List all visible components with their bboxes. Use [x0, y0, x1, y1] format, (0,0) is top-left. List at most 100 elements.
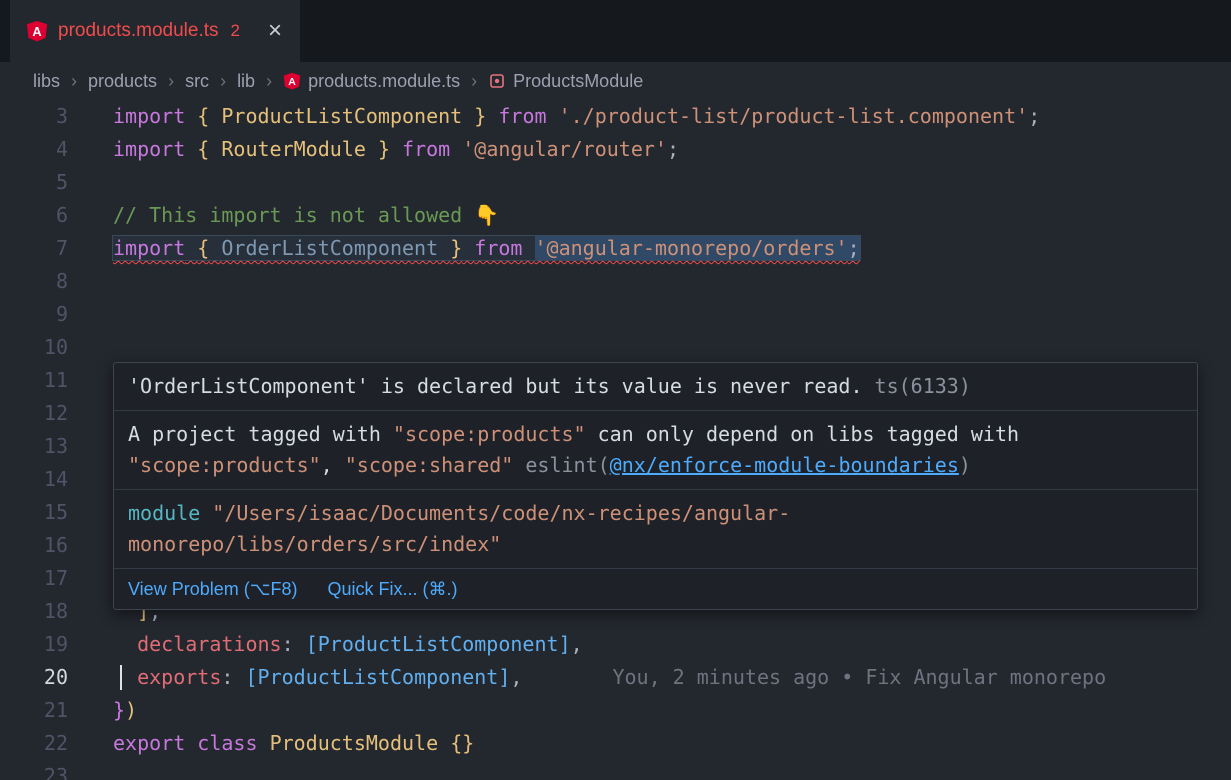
code-token	[113, 632, 137, 656]
code-line-9[interactable]: 9	[0, 298, 1231, 331]
code-line-3[interactable]: 3import { ProductListComponent } from '.…	[0, 100, 1231, 133]
line-number: 11	[0, 364, 68, 397]
code-token: import	[113, 137, 185, 161]
breadcrumb-label: products	[88, 71, 157, 92]
code-token: {}	[450, 731, 474, 755]
error-statement-highlight: import { OrderListComponent } from '@ang…	[113, 236, 860, 260]
hover-row-2: module "/Users/isaac/Documents/code/nx-r…	[114, 489, 1197, 568]
breadcrumb-item-libs[interactable]: libs	[33, 71, 60, 92]
line-number: 21	[0, 694, 68, 727]
code-line-23[interactable]: 23	[0, 760, 1231, 780]
code-token: declarations	[137, 632, 282, 656]
hover-text-segment: )	[959, 453, 971, 477]
breadcrumb-separator-icon: ›	[220, 71, 226, 92]
line-number: 23	[0, 760, 68, 780]
code-token: import	[113, 104, 185, 128]
line-number: 7	[0, 232, 68, 265]
code-token	[258, 731, 270, 755]
hover-code-line: module "/Users/isaac/Documents/code/nx-r…	[128, 498, 1183, 529]
breadcrumb-label: src	[185, 71, 209, 92]
code-token: ]	[498, 665, 510, 689]
code-line-6[interactable]: 6// This import is not allowed 👇	[0, 199, 1231, 232]
line-content: exports: [ProductListComponent],You, 2 m…	[113, 661, 1106, 694]
code-token: '@angular-monorepo/orders'	[535, 236, 848, 260]
line-content: import { RouterModule } from '@angular/r…	[113, 133, 679, 166]
code-line-21[interactable]: 21})	[0, 694, 1231, 727]
code-token	[185, 731, 197, 755]
code-token	[450, 137, 462, 161]
code-token: }	[474, 104, 486, 128]
code-token: ,	[571, 632, 583, 656]
code-line-19[interactable]: 19 declarations: [ProductListComponent],	[0, 628, 1231, 661]
code-token: }	[450, 236, 462, 260]
code-line-8[interactable]: 8	[0, 265, 1231, 298]
code-line-4[interactable]: 4import { RouterModule } from '@angular/…	[0, 133, 1231, 166]
code-token: }	[378, 137, 390, 161]
code-token	[113, 665, 137, 689]
eslint-rule-link[interactable]: @nx/enforce-module-boundaries	[610, 453, 959, 477]
tab-products-module-ts[interactable]: A products.module.ts 2 ×	[10, 0, 300, 62]
hover-row-1: A project tagged with "scope:products" c…	[114, 410, 1197, 489]
breadcrumb-separator-icon: ›	[471, 71, 477, 92]
code-token: ;	[667, 137, 679, 161]
line-number: 17	[0, 562, 68, 595]
code-token: ProductListComponent	[221, 104, 462, 128]
hover-text-segment: ,	[321, 453, 345, 477]
breadcrumb-label: libs	[33, 71, 60, 92]
code-line-22[interactable]: 22 export class ProductsModule {}	[0, 727, 1231, 760]
breadcrumb-separator-icon: ›	[168, 71, 174, 92]
code-line-7[interactable]: 7 import { OrderListComponent } from '@an…	[0, 232, 1231, 265]
svg-text:A: A	[288, 76, 296, 88]
editor[interactable]: 3import { ProductListComponent } from '.…	[0, 100, 1231, 780]
tab-title: products.module.ts	[58, 20, 219, 42]
code-token	[438, 236, 450, 260]
line-content: import { ProductListComponent } from './…	[113, 100, 1040, 133]
line-number: 12	[0, 397, 68, 430]
code-token	[438, 731, 450, 755]
code-token	[209, 104, 221, 128]
hover-text-segment: can only depend on libs tagged with	[586, 422, 1032, 446]
hover-code-token: monorepo/libs/orders/src/index"	[128, 532, 501, 556]
quick-fix-action[interactable]: Quick Fix... (⌘.)	[327, 577, 457, 601]
line-number: 16	[0, 529, 68, 562]
code-token: :	[221, 665, 245, 689]
line-number: 14	[0, 463, 68, 496]
hover-text-segment: ts(6133)	[863, 374, 971, 398]
line-content: export class ProductsModule {}	[113, 727, 474, 760]
line-number: 10	[0, 331, 68, 364]
breadcrumb-item-productsmodule[interactable]: ProductsModule	[488, 71, 643, 92]
breadcrumb-item-products[interactable]: products	[88, 71, 157, 92]
code-token	[462, 104, 474, 128]
hover-code-token: module	[128, 501, 212, 525]
code-token: ProductListComponent	[318, 632, 559, 656]
code-token: exports	[137, 665, 221, 689]
code-token: import	[113, 236, 185, 260]
line-number: 9	[0, 298, 68, 331]
line-number: 20	[0, 661, 68, 694]
code-token	[462, 236, 474, 260]
code-token: export	[113, 731, 185, 755]
breadcrumb-item-lib[interactable]: lib	[237, 71, 255, 92]
code-token: ProductsModule	[270, 731, 439, 755]
close-icon[interactable]: ×	[268, 19, 282, 43]
hover-text-segment: 'OrderListComponent' is declared but its…	[128, 374, 863, 398]
code-line-20[interactable]: 20 exports: [ProductListComponent],You, …	[0, 661, 1231, 694]
code-line-5[interactable]: 5	[0, 166, 1231, 199]
view-problem-action[interactable]: View Problem (⌥F8)	[128, 577, 297, 601]
code-token: from	[498, 104, 546, 128]
tab-bar: A products.module.ts 2 ×	[0, 0, 1231, 62]
hover-text-segment: "scope:shared"	[345, 453, 514, 477]
line-number: 13	[0, 430, 68, 463]
breadcrumb-label: ProductsModule	[513, 71, 643, 92]
code-token	[185, 104, 197, 128]
line-number: 5	[0, 166, 68, 199]
line-number: 22	[0, 727, 68, 760]
tab-error-count: 2	[231, 21, 240, 41]
breadcrumb-label: products.module.ts	[308, 71, 460, 92]
code-token: from	[402, 137, 450, 161]
code-line-10[interactable]: 10	[0, 331, 1231, 364]
code-token: }	[113, 698, 125, 722]
breadcrumb-item-src[interactable]: src	[185, 71, 209, 92]
module-icon	[488, 72, 506, 90]
breadcrumb-item-products-module-ts[interactable]: Aproducts.module.ts	[283, 71, 460, 92]
